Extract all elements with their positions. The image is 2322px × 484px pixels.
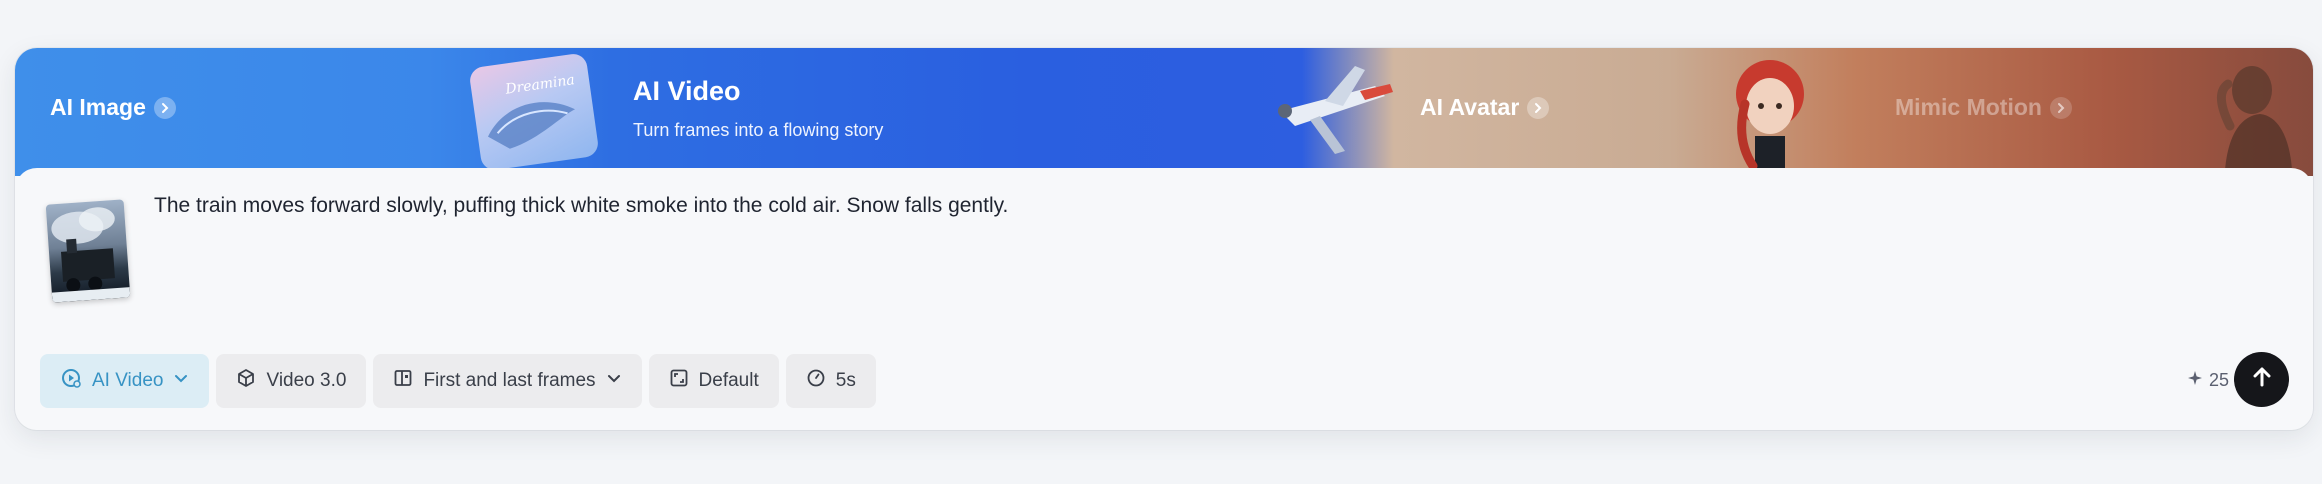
credit-value: 25 xyxy=(2209,370,2230,390)
duration-label: 5s xyxy=(835,370,856,391)
frames-selector[interactable]: First and last frames xyxy=(373,354,642,408)
mode-label: AI Video xyxy=(92,370,164,391)
sparkle-icon xyxy=(2187,370,2203,391)
chevron-down-icon xyxy=(606,370,622,392)
tab-ai-image-label: AI Image xyxy=(50,94,146,120)
mode-selector[interactable]: AI Video xyxy=(40,354,210,408)
credit-cost: 25 xyxy=(2187,370,2229,391)
clock-icon xyxy=(806,368,826,394)
aspect-ratio-selector[interactable]: Default xyxy=(648,354,779,408)
chevron-down-icon xyxy=(173,370,189,392)
tab-mimic-motion-label: Mimic Motion xyxy=(1895,94,2042,120)
tab-ai-avatar-label: AI Avatar xyxy=(1420,94,1520,120)
generation-toolbar: AI Video Video 3.0 First and last frames… xyxy=(40,354,876,408)
aspect-label: Default xyxy=(698,370,759,391)
airplane-thumbnail xyxy=(1265,56,1405,166)
tab-ai-video[interactable] xyxy=(555,48,1393,176)
generator-card: AI Image Dreamina AI Video Turn frames i… xyxy=(15,48,2313,430)
frames-icon xyxy=(393,368,413,394)
arrow-up-icon xyxy=(2249,364,2275,395)
tab-mimic-motion[interactable]: Mimic Motion xyxy=(1845,48,2313,176)
tab-ai-avatar[interactable]: AI Avatar xyxy=(1385,48,1825,176)
chevron-right-icon xyxy=(1527,96,1550,119)
cube-icon xyxy=(236,368,256,394)
model-label: Video 3.0 xyxy=(266,370,347,391)
frames-label: First and last frames xyxy=(423,370,596,391)
avatar-thumbnail xyxy=(1715,54,1825,176)
tab-ai-image[interactable]: AI Image Dreamina xyxy=(15,48,600,176)
video-spark-icon xyxy=(60,367,82,395)
active-tab-title: AI Video xyxy=(633,76,741,106)
submit-button[interactable] xyxy=(2234,352,2289,407)
aspect-ratio-icon xyxy=(669,368,689,394)
active-tab-subtitle: Turn frames into a flowing story xyxy=(633,120,884,140)
mode-banner: AI Image Dreamina AI Video Turn frames i… xyxy=(15,48,2313,176)
prompt-input[interactable]: The train moves forward slowly, puffing … xyxy=(154,194,2054,218)
model-selector[interactable]: Video 3.0 xyxy=(216,354,367,408)
mimic-motion-thumbnail xyxy=(2190,56,2300,170)
chevron-right-icon xyxy=(153,96,176,119)
chevron-right-icon xyxy=(2049,96,2072,119)
duration-selector[interactable]: 5s xyxy=(785,354,876,408)
reference-image-train[interactable] xyxy=(45,199,131,303)
